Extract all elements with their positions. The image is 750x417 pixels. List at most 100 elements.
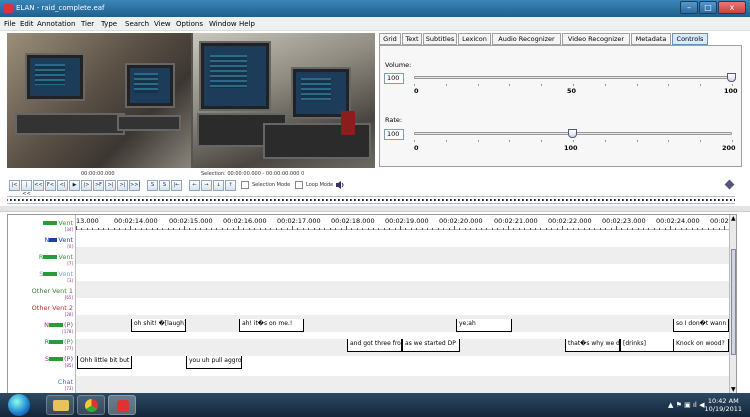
player-toolbar: |< |<< << F< <| ▶ |> >F >| >| >>| S S |←…: [7, 179, 737, 197]
tier-label[interactable]: Other Vent 1 [65]: [32, 287, 73, 300]
annotation[interactable]: Ohh little bit but u: [77, 356, 132, 369]
menu-search[interactable]: Search: [125, 20, 149, 28]
elan-taskbar-icon[interactable]: [108, 395, 136, 415]
previous-second-button[interactable]: <<: [33, 180, 44, 191]
tier-row-s-p[interactable]: Ohh little bit but u you uh pull aggro: [76, 356, 732, 376]
slider-tick: [604, 84, 606, 86]
annotation[interactable]: as we started DP: [402, 339, 460, 352]
tab-bar: Grid Text Subtitles Lexicon Audio Recogn…: [379, 33, 742, 45]
volume-value-field[interactable]: 100: [384, 73, 404, 84]
tier-label[interactable]: R Vent [7]: [39, 253, 73, 266]
tier-label[interactable]: S (P) [85]: [45, 355, 73, 368]
tier-row[interactable]: [76, 281, 732, 298]
explorer-taskbar-icon[interactable]: [46, 395, 74, 415]
menu-window[interactable]: Window: [209, 20, 237, 28]
start-button[interactable]: [8, 394, 30, 416]
tab-lexicon[interactable]: Lexicon: [458, 33, 491, 45]
selection-mode-checkbox[interactable]: [241, 181, 249, 189]
crosshair-icon[interactable]: [724, 179, 735, 190]
annotation[interactable]: you uh pull aggro: [186, 356, 242, 369]
chrome-taskbar-icon[interactable]: [77, 395, 105, 415]
vertical-scroll-thumb[interactable]: [731, 249, 736, 355]
speaker-icon[interactable]: [334, 180, 345, 191]
menu-options[interactable]: Options: [176, 20, 203, 28]
tab-audio-recognizer[interactable]: Audio Recognizer: [492, 33, 561, 45]
tier-label[interactable]: Chat [73]: [58, 378, 73, 391]
tier-label[interactable]: R (P) [77]: [44, 338, 73, 351]
clear-selection-button[interactable]: S: [159, 180, 170, 191]
tier-label[interactable]: S Vent [3]: [39, 270, 73, 283]
tier-row-r-p[interactable]: and got three fro as we started DP that�…: [76, 339, 732, 356]
menu-tier[interactable]: Tier: [81, 20, 94, 28]
time-ruler[interactable]: 13.000 00:02:14.000 00:02:15.000 00:02:1…: [76, 215, 732, 230]
tier-row[interactable]: [76, 247, 732, 264]
tier-label[interactable]: Other Vent 2 [28]: [32, 304, 73, 317]
tier-row[interactable]: [76, 376, 732, 393]
go-to-end-button[interactable]: >>|: [129, 180, 140, 191]
scroll-up-icon[interactable]: ▲: [731, 215, 736, 222]
volume-slider-thumb[interactable]: [727, 73, 736, 82]
left-arrow-button[interactable]: ←: [189, 180, 200, 191]
next-pixel-button[interactable]: |>: [81, 180, 92, 191]
waveform-strip[interactable]: [7, 196, 735, 204]
menu-file[interactable]: File: [4, 20, 16, 28]
scroll-down-icon[interactable]: ▼: [731, 386, 736, 393]
tier-label[interactable]: N Vent [0]: [45, 236, 73, 249]
right-arrow-button[interactable]: →: [201, 180, 212, 191]
annotation[interactable]: so I don�t wann: [673, 319, 729, 332]
menu-view[interactable]: View: [154, 20, 171, 28]
ruler-label: 00:02:21.000: [494, 217, 538, 225]
menu-annotation[interactable]: Annotation: [37, 20, 75, 28]
tier-row[interactable]: [76, 264, 732, 281]
loop-mode-checkbox[interactable]: [295, 181, 303, 189]
tray-icons[interactable]: ▲ ⚑ ▣ ıl ◀: [668, 401, 704, 409]
tab-text[interactable]: Text: [402, 33, 422, 45]
next-frame-button[interactable]: >F: [93, 180, 104, 191]
down-arrow-button[interactable]: ↓: [213, 180, 224, 191]
rate-slider-thumb[interactable]: [568, 129, 577, 138]
timeline-viewer[interactable]: Vent [34] N Vent [0] R Vent [7] S Vent [3] Othe…: [7, 214, 737, 407]
rate-value-field[interactable]: 100: [384, 129, 404, 140]
annotation[interactable]: Knock on wood?: [673, 339, 729, 352]
split-pane-divider[interactable]: [0, 206, 750, 212]
next-second-button[interactable]: >|: [105, 180, 116, 191]
tab-controls[interactable]: Controls: [672, 33, 708, 45]
annotation[interactable]: [drinks]: [620, 339, 674, 352]
minimize-button[interactable]: –: [680, 1, 698, 14]
menu-edit[interactable]: Edit: [20, 20, 34, 28]
tab-grid[interactable]: Grid: [379, 33, 401, 45]
video-viewer-2[interactable]: [193, 33, 375, 168]
annotation[interactable]: and got three fro: [347, 339, 402, 352]
tier-row[interactable]: [76, 230, 732, 247]
maximize-button[interactable]: □: [699, 1, 717, 14]
tier-row-n-p[interactable]: oh shit! �[laugh] ah! it�s on me.! ye;ah…: [76, 319, 732, 339]
vertical-scrollbar[interactable]: ▲ ▼: [729, 215, 736, 393]
selection-boundary-button[interactable]: |←: [171, 180, 182, 191]
previous-scrollview-button[interactable]: |<<: [21, 180, 32, 197]
tier-label[interactable]: N (P) [178]: [44, 321, 73, 334]
previous-pixel-button[interactable]: <|: [57, 180, 68, 191]
up-arrow-button[interactable]: ↑: [225, 180, 236, 191]
close-button[interactable]: x: [718, 1, 746, 14]
previous-frame-button[interactable]: F<: [45, 180, 56, 191]
play-selection-button[interactable]: S: [147, 180, 158, 191]
menu-help[interactable]: Help: [239, 20, 255, 28]
go-to-begin-button[interactable]: |<: [9, 180, 20, 191]
tab-metadata[interactable]: Metadata: [631, 33, 671, 45]
slider-tick: [541, 140, 543, 142]
menu-type[interactable]: Type: [101, 20, 117, 28]
annotation[interactable]: ye;ah: [456, 319, 512, 332]
tier-row[interactable]: [76, 298, 732, 315]
tab-subtitles[interactable]: Subtitles: [423, 33, 457, 45]
annotation[interactable]: oh shit! �[laugh]: [131, 319, 186, 332]
play-button[interactable]: ▶: [69, 180, 80, 191]
annotation[interactable]: that�s why we d: [565, 339, 620, 352]
volume-slider-track[interactable]: [414, 76, 732, 79]
annotation[interactable]: ah! it�s on me.!: [239, 319, 304, 332]
next-scrollview-button[interactable]: >|: [117, 180, 128, 191]
tier-label[interactable]: Vent [34]: [43, 219, 73, 232]
system-clock[interactable]: 10:42 AM 10/19/2011: [705, 397, 742, 413]
slider-tick: [700, 84, 702, 86]
tab-video-recognizer[interactable]: Video Recognizer: [562, 33, 630, 45]
video-viewer-1[interactable]: [7, 33, 191, 168]
